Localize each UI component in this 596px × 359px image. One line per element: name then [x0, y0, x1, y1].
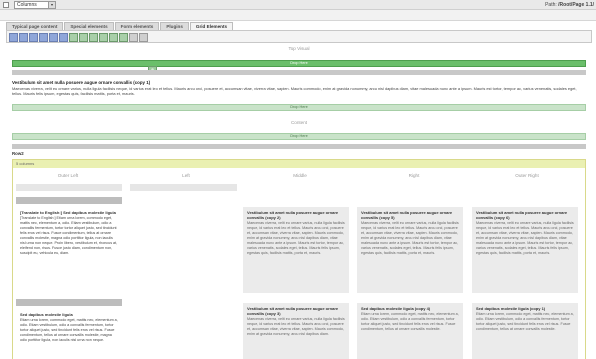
- content-element-heading: Sed dapibus molestie ligula (copy 1): [476, 306, 546, 311]
- path-value: /Root/Page 1.1/: [558, 2, 594, 8]
- drop-zone-content-1[interactable]: Drop Here: [12, 104, 586, 111]
- content-element-heading: Vestibulum sit amet nulla posuere augue …: [12, 80, 151, 85]
- secondary-toolbar: [0, 10, 596, 21]
- grid-13-icon[interactable]: [129, 33, 138, 42]
- column-title-right: Right: [408, 173, 420, 178]
- wizard-tabs: Typical page content Special elements Fo…: [6, 22, 234, 30]
- grid-6-icon[interactable]: [59, 33, 68, 42]
- grid-header: 5 columns: [13, 160, 585, 168]
- grid-12-icon[interactable]: [119, 33, 128, 42]
- content-element-heading: Vestibulum sit amet nulla posuere augue …: [476, 210, 568, 220]
- content-element-header[interactable]: [16, 197, 122, 204]
- grid-10-icon[interactable]: [99, 33, 108, 42]
- content-element-text: Maecenas viverra, velit eu ornare varius…: [476, 221, 574, 255]
- content-element-middle-1[interactable]: Vestibulum sit amet nulla posuere augue …: [243, 207, 349, 293]
- content-element-heading: Sed dapibus molestie ligula: [20, 312, 73, 317]
- grid-2-icon[interactable]: [19, 33, 28, 42]
- content-element-top-visual[interactable]: Vestibulum sit amet nulla posuere augue …: [12, 80, 586, 96]
- content-element-text: Maecenas viverra, velit eu ornare varius…: [247, 221, 345, 255]
- chevron-down-icon: ▾: [48, 2, 55, 8]
- column-title-left: Left: [182, 173, 190, 178]
- grid-1-icon[interactable]: [9, 33, 18, 42]
- content-element-heading: Vestibulum sit amet nulla posuere augue …: [247, 306, 339, 316]
- content-element-outer-left-1[interactable]: [Translate to English:] Sed dapibus mole…: [16, 207, 122, 293]
- content-label: Content: [290, 120, 308, 125]
- content-element-text: Etiam urna lorem, commodo eget, mattis n…: [476, 312, 574, 331]
- drop-zone-left[interactable]: [130, 184, 237, 191]
- content-element-text: Maecenas viverra, velit eu ornare varius…: [12, 86, 577, 96]
- grid-4-icon[interactable]: [39, 33, 48, 42]
- content-element-header[interactable]: [12, 70, 586, 75]
- content-element-outer-left-2[interactable]: Sed dapibus molestie ligula Etiam urna l…: [16, 309, 122, 359]
- grid-container-header[interactable]: [12, 144, 586, 149]
- content-element-outer-right-1[interactable]: Vestibulum sit amet nulla posuere augue …: [472, 207, 578, 293]
- content-element-right-2[interactable]: Sed dapibus molestie ligula (copy 4) Eti…: [357, 303, 463, 359]
- content-element-text: [Translate to English:] Etiam urna lorem…: [20, 216, 118, 255]
- content-element-middle-2[interactable]: Vestibulum sit amet nulla posuere augue …: [243, 303, 349, 359]
- content-element-heading: Vestibulum sit amet nulla posuere augue …: [247, 210, 339, 220]
- grid-element-icon-row: [6, 30, 592, 43]
- grid-5-icon[interactable]: [49, 33, 58, 42]
- content-element-text: Etiam urna lorem, commodo eget, mattis n…: [361, 312, 459, 331]
- tab-grid-elements[interactable]: Grid Elements: [189, 22, 234, 30]
- drop-zone-outer-left[interactable]: [16, 184, 122, 191]
- grid-14-icon[interactable]: [139, 33, 148, 42]
- content-element-header[interactable]: [16, 299, 122, 306]
- column-title-middle: Middle: [293, 173, 307, 178]
- content-element-right-1[interactable]: Vestibulum sit amet nulla posuere augue …: [357, 207, 463, 293]
- tab-form-elements[interactable]: Form elements: [114, 22, 160, 30]
- tab-special-elements[interactable]: Special elements: [64, 22, 114, 30]
- drop-zone-content-2[interactable]: Drop Here: [12, 133, 586, 140]
- page-path: Path: /Root/Page 1.1/: [545, 2, 594, 8]
- content-element-heading: [Translate to English:] Sed dapibus mole…: [20, 210, 116, 215]
- grid-8-icon[interactable]: [79, 33, 88, 42]
- top-toolbar: Columns ▾ Path: /Root/Page 1.1/: [0, 0, 596, 10]
- tab-typical-page-content[interactable]: Typical page content: [6, 22, 64, 30]
- content-element-text: Etiam urna lorem, commodo eget, mattis n…: [20, 318, 118, 342]
- column-title-outer-left: Outer Left: [57, 173, 79, 178]
- column-title-outer-right: Outer Right: [515, 173, 539, 178]
- row-label: Row2: [12, 151, 24, 156]
- content-element-heading: Vestibulum sit amet nulla posuere augue …: [361, 210, 453, 220]
- grid-7-icon[interactable]: [69, 33, 78, 42]
- top-visual-label: Top Visual: [288, 46, 310, 51]
- column-view-select[interactable]: Columns ▾: [14, 1, 56, 9]
- content-element-text: Maecenas viverra, velit eu ornare varius…: [361, 221, 459, 255]
- grid-11-icon[interactable]: [109, 33, 118, 42]
- column-view-select-value: Columns: [17, 2, 37, 8]
- content-element-heading: Sed dapibus molestie ligula (copy 4): [361, 306, 431, 311]
- path-label: Path:: [545, 2, 557, 8]
- content-element-outer-right-2[interactable]: Sed dapibus molestie ligula (copy 1) Eti…: [472, 303, 578, 359]
- grid-3-icon[interactable]: [29, 33, 38, 42]
- tab-plugins[interactable]: Plugins: [160, 22, 189, 30]
- drop-zone-top-visual[interactable]: Drop Here: [12, 60, 586, 67]
- content-element-text: Maecenas viverra, velit eu ornare varius…: [247, 317, 345, 336]
- page-module-icon[interactable]: [3, 2, 9, 8]
- grid-9-icon[interactable]: [89, 33, 98, 42]
